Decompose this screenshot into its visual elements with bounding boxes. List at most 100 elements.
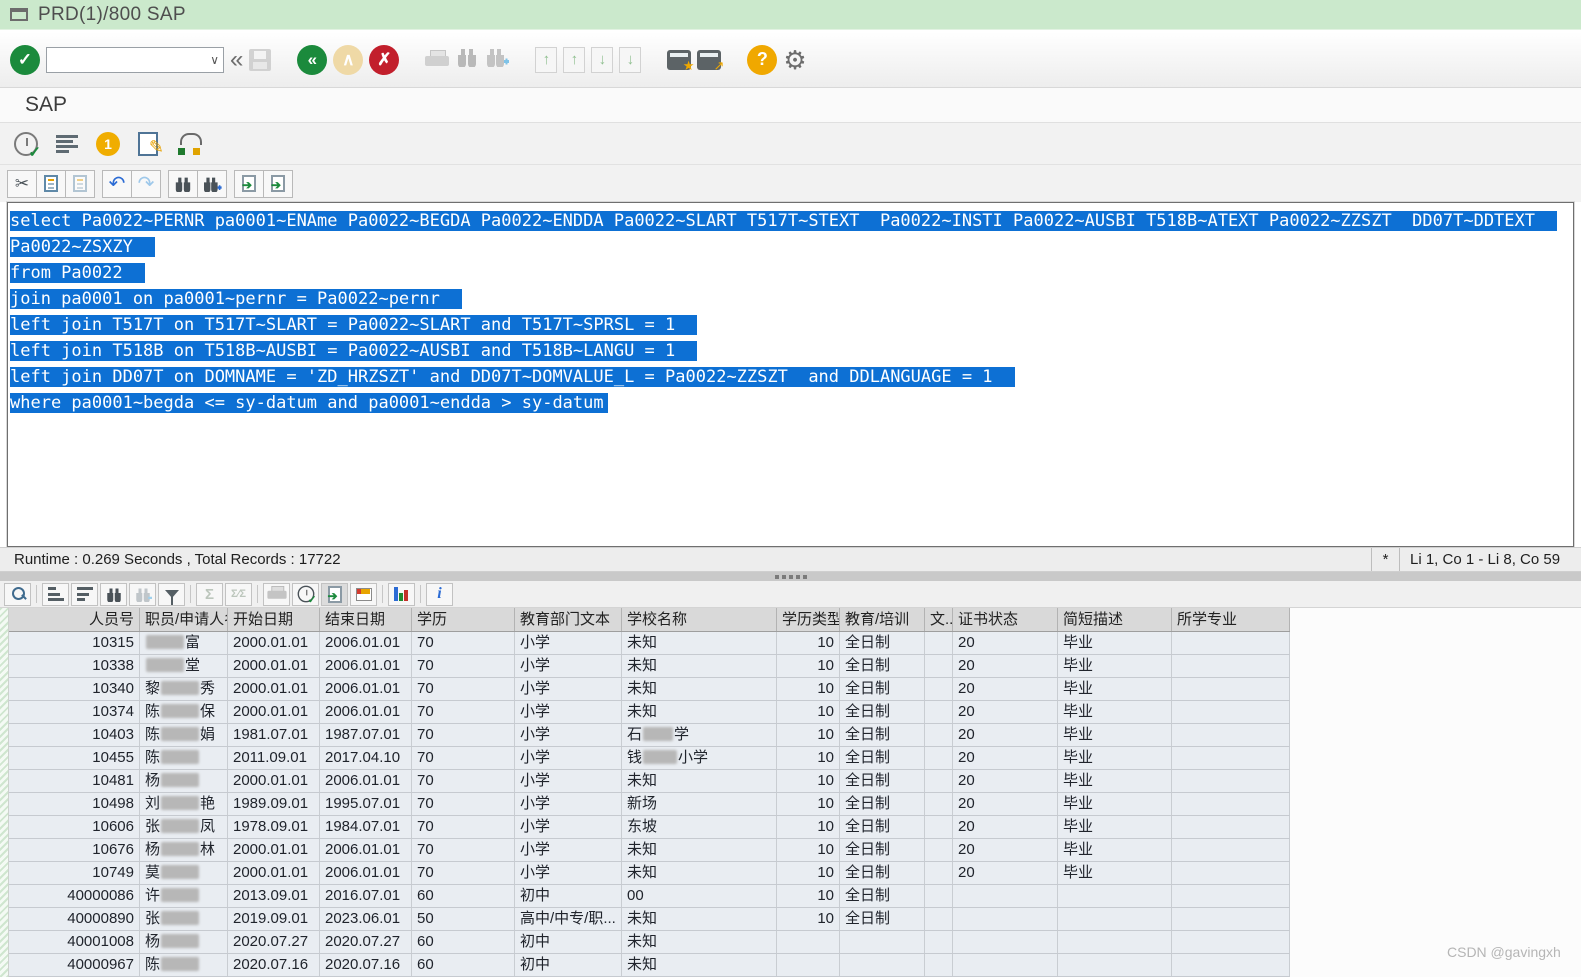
cell-slart[interactable]: 70 xyxy=(412,655,515,677)
column-header-wen[interactable]: 文.. xyxy=(925,608,953,631)
cell-major[interactable] xyxy=(1172,931,1290,953)
cell-pernr[interactable]: 10481 xyxy=(9,770,140,792)
cell-type[interactable]: 10 xyxy=(777,885,840,907)
cell-endda[interactable]: 1987.07.01 xyxy=(320,724,412,746)
cell-slart[interactable]: 50 xyxy=(412,908,515,930)
cell-desc[interactable]: 毕业 xyxy=(1058,770,1172,792)
cell-edu[interactable]: 全日制 xyxy=(840,908,925,930)
cell-name[interactable]: 杨林 xyxy=(140,839,228,861)
command-field[interactable]: ∨ xyxy=(46,46,224,73)
count-badge[interactable]: 1 xyxy=(96,131,120,156)
cell-endda[interactable]: 2006.01.01 xyxy=(320,770,412,792)
sql-line[interactable]: select Pa0022~PERNR pa0001~ENAme Pa0022~… xyxy=(10,208,1573,234)
cell-slart[interactable]: 70 xyxy=(412,839,515,861)
cell-stext[interactable]: 小学 xyxy=(515,793,622,815)
cell-stext[interactable]: 初中 xyxy=(515,954,622,976)
cell-type[interactable]: 10 xyxy=(777,655,840,677)
cell-wen[interactable] xyxy=(925,862,953,884)
cell-pernr[interactable]: 10676 xyxy=(9,839,140,861)
cell-pernr[interactable]: 10315 xyxy=(9,632,140,654)
cell-endda[interactable]: 2006.01.01 xyxy=(320,862,412,884)
cell-wen[interactable] xyxy=(925,632,953,654)
cell-stext[interactable]: 初中 xyxy=(515,885,622,907)
sql-line[interactable]: left join T518B on T518B~AUSBI = Pa0022~… xyxy=(10,338,1573,364)
cell-type[interactable]: 10 xyxy=(777,747,840,769)
cell-stext[interactable]: 小学 xyxy=(515,632,622,654)
settings-gear-icon[interactable]: ⚙ xyxy=(783,47,806,73)
cell-wen[interactable] xyxy=(925,839,953,861)
column-header-school[interactable]: 学校名称 xyxy=(622,608,777,631)
cell-name[interactable]: 陈 xyxy=(140,747,228,769)
cell-endda[interactable]: 2020.07.27 xyxy=(320,931,412,953)
paste-button[interactable] xyxy=(65,169,95,198)
cell-begda[interactable]: 1989.09.01 xyxy=(228,793,320,815)
cell-slart[interactable]: 70 xyxy=(412,632,515,654)
cell-slart[interactable]: 60 xyxy=(412,931,515,953)
first-page-button[interactable]: ↑ xyxy=(535,46,558,73)
cell-name[interactable]: 刘艳 xyxy=(140,793,228,815)
cell-type[interactable]: 10 xyxy=(777,770,840,792)
last-page-button[interactable]: ↓ xyxy=(619,46,642,73)
cell-cert[interactable]: 20 xyxy=(953,770,1058,792)
table-row[interactable]: 40000086 许 2013.09.01 2016.07.01 60 初中 00 10 全日制 xyxy=(9,885,1290,908)
cell-name[interactable]: 堂 xyxy=(140,655,228,677)
column-header-begda[interactable]: 开始日期 xyxy=(228,608,320,631)
cell-wen[interactable] xyxy=(925,793,953,815)
cell-wen[interactable] xyxy=(925,770,953,792)
cell-cert[interactable]: 20 xyxy=(953,816,1058,838)
splitter-handle[interactable] xyxy=(0,572,1581,581)
cell-type[interactable]: 10 xyxy=(777,839,840,861)
cell-begda[interactable]: 2000.01.01 xyxy=(228,632,320,654)
cell-edu[interactable]: 全日制 xyxy=(840,724,925,746)
cell-wen[interactable] xyxy=(925,931,953,953)
find-icon[interactable] xyxy=(455,47,479,72)
cell-desc[interactable] xyxy=(1058,954,1172,976)
cell-cert[interactable]: 20 xyxy=(953,747,1058,769)
cell-cert[interactable] xyxy=(953,931,1058,953)
cell-edu[interactable]: 全日制 xyxy=(840,793,925,815)
sql-line[interactable]: where pa0001~begda <= sy-datum and pa000… xyxy=(10,390,1573,416)
cell-cert[interactable]: 20 xyxy=(953,678,1058,700)
cell-name[interactable]: 陈娟 xyxy=(140,724,228,746)
back-button[interactable]: « xyxy=(297,44,328,75)
cell-school[interactable]: 未知 xyxy=(622,839,777,861)
cell-pernr[interactable]: 10498 xyxy=(9,793,140,815)
sort-ascending-button[interactable] xyxy=(42,582,69,606)
cell-slart[interactable]: 70 xyxy=(412,747,515,769)
cell-type[interactable]: 10 xyxy=(777,678,840,700)
help-button[interactable]: ? xyxy=(747,44,778,75)
sql-line[interactable]: Pa0022~ZSXZY xyxy=(10,234,1573,260)
new-session-button[interactable]: ★ xyxy=(667,49,694,73)
cell-name[interactable]: 陈 xyxy=(140,954,228,976)
find-next-icon[interactable] xyxy=(485,47,510,72)
cell-major[interactable] xyxy=(1172,632,1290,654)
cell-major[interactable] xyxy=(1172,885,1290,907)
cell-type[interactable]: 10 xyxy=(777,908,840,930)
table-row[interactable]: 10403 陈娟 1981.07.01 1987.07.01 70 小学石学 10 全日制 20… xyxy=(9,724,1290,747)
cell-name[interactable]: 张 xyxy=(140,908,228,930)
cell-school[interactable]: 未知 xyxy=(622,931,777,953)
cell-pernr[interactable]: 10340 xyxy=(9,678,140,700)
cell-desc[interactable] xyxy=(1058,931,1172,953)
cell-school[interactable]: 未知 xyxy=(622,770,777,792)
cell-major[interactable] xyxy=(1172,770,1290,792)
cell-wen[interactable] xyxy=(925,678,953,700)
cell-cert[interactable]: 20 xyxy=(953,793,1058,815)
cell-school[interactable]: 未知 xyxy=(622,908,777,930)
cell-school[interactable]: 未知 xyxy=(622,862,777,884)
cell-desc[interactable]: 毕业 xyxy=(1058,816,1172,838)
cell-wen[interactable] xyxy=(925,701,953,723)
cell-school[interactable]: 东坡 xyxy=(622,816,777,838)
cell-stext[interactable]: 小学 xyxy=(515,701,622,723)
cell-cert[interactable]: 20 xyxy=(953,632,1058,654)
cell-begda[interactable]: 2020.07.27 xyxy=(228,931,320,953)
cell-endda[interactable]: 2006.01.01 xyxy=(320,678,412,700)
cell-endda[interactable]: 2016.07.01 xyxy=(320,885,412,907)
cell-endda[interactable]: 2017.04.10 xyxy=(320,747,412,769)
cell-pernr[interactable]: 40000890 xyxy=(9,908,140,930)
cell-name[interactable]: 杨 xyxy=(140,931,228,953)
cell-desc[interactable]: 毕业 xyxy=(1058,632,1172,654)
sql-line[interactable]: left join DD07T on DOMNAME = 'ZD_HRZSZT'… xyxy=(10,364,1573,390)
cell-cert[interactable]: 20 xyxy=(953,655,1058,677)
cell-begda[interactable]: 1978.09.01 xyxy=(228,816,320,838)
